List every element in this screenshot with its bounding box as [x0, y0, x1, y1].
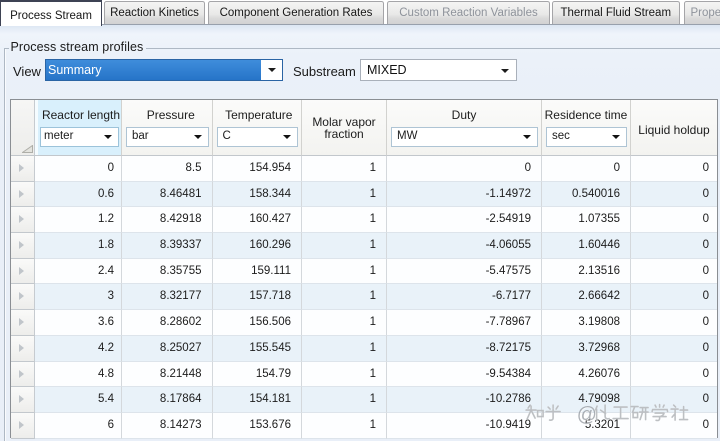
- svg-text:@: @: [577, 404, 597, 426]
